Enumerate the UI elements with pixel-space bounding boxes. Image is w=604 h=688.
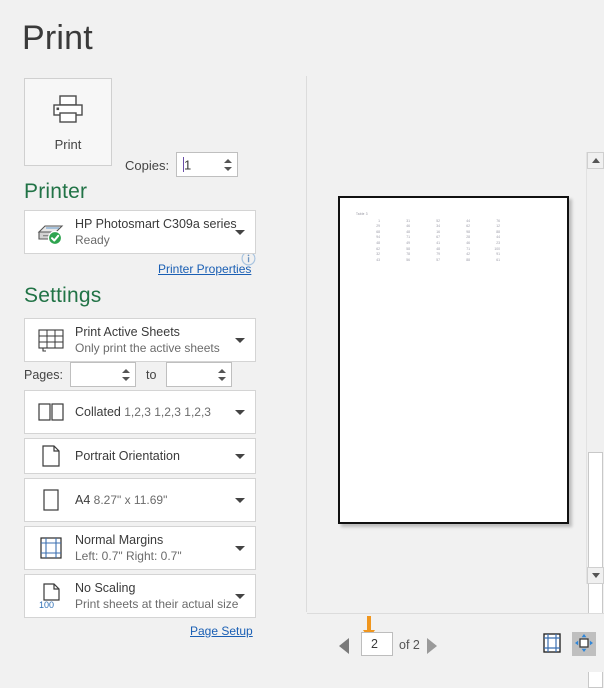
scaling-select[interactable]: 100 No Scaling Print sheets at their act… — [24, 574, 256, 618]
copies-value: 1 — [184, 157, 192, 172]
settings-section-heading: Settings — [24, 284, 102, 307]
stepper-up-icon[interactable] — [223, 158, 232, 163]
print-area-primary: Print Active Sheets — [75, 325, 180, 339]
collate-pages-icon — [34, 400, 68, 424]
scaling-100-icon: 100 — [34, 582, 68, 610]
print-area-select[interactable]: Print Active Sheets Only print the activ… — [24, 318, 256, 362]
preview-table-cell: 61 — [496, 257, 500, 262]
scroll-down-arrow-icon[interactable] — [587, 567, 604, 584]
chevron-down-icon[interactable] — [235, 410, 245, 415]
scaling-secondary: Print sheets at their actual size — [75, 597, 239, 611]
collation-select[interactable]: Collated 1,2,3 1,2,3 1,2,3 — [24, 390, 256, 434]
print-settings-panel: Print Copies: 1 Printer HP Photosmart C3… — [0, 72, 306, 672]
printer-section-heading: Printer — [24, 180, 88, 203]
collation-text: Collated 1,2,3 1,2,3 1,2,3 — [75, 404, 229, 420]
pages-to-stepper[interactable] — [216, 363, 227, 386]
scaling-primary: No Scaling — [75, 581, 136, 595]
margins-secondary: Left: 0.7" Right: 0.7" — [75, 549, 182, 563]
paper-size-select[interactable]: A4 8.27" x 11.69" — [24, 478, 256, 522]
stepper-up-icon[interactable] — [121, 368, 130, 373]
previous-page-button[interactable] — [339, 638, 349, 654]
preview-table-title: Table 3 — [356, 212, 368, 216]
page-count-label: of 2 — [399, 638, 420, 652]
margins-text: Normal Margins Left: 0.7" Right: 0.7" — [75, 532, 229, 564]
margins-select[interactable]: Normal Margins Left: 0.7" Right: 0.7" — [24, 526, 256, 570]
margins-primary: Normal Margins — [75, 533, 164, 547]
chevron-down-icon[interactable] — [235, 454, 245, 459]
chevron-down-icon[interactable] — [235, 594, 245, 599]
paper-size-primary: A4 — [75, 493, 91, 507]
zoom-to-page-icon — [574, 633, 594, 656]
preview-table-row: 43 56 57 88 61 — [356, 257, 506, 263]
printer-status: Ready — [75, 233, 110, 247]
copies-stepper[interactable] — [222, 153, 233, 176]
collation-secondary: 1,2,3 1,2,3 1,2,3 — [124, 405, 211, 419]
margins-grid-icon — [34, 535, 68, 561]
svg-text:100: 100 — [39, 600, 54, 610]
copies-input[interactable]: 1 — [176, 152, 238, 177]
printer-select[interactable]: HP Photosmart C309a series Ready — [24, 210, 256, 254]
pages-to-input[interactable] — [166, 362, 232, 387]
preview-table-cell: 88 — [466, 257, 470, 262]
collation-primary: Collated — [75, 405, 121, 419]
preview-table-cell: 56 — [406, 257, 410, 262]
preview-page: Table 3 1 31 52 44 76 29 46 34 62 12 68 48 16 98 88 94 7… — [338, 196, 569, 524]
orientation-select[interactable]: Portrait Orientation — [24, 438, 256, 474]
pages-to-label: to — [146, 368, 157, 382]
copies-label: Copies: — [125, 158, 170, 173]
stepper-up-icon[interactable] — [217, 368, 226, 373]
print-button[interactable]: Print — [24, 78, 112, 166]
pages-label: Pages: — [24, 368, 63, 382]
scroll-up-arrow-icon[interactable] — [587, 152, 604, 169]
preview-bottom-bar: 2 of 2 — [307, 613, 604, 672]
page-number-value: 2 — [371, 637, 378, 651]
orientation-primary: Portrait Orientation — [75, 449, 180, 463]
pages-from-stepper[interactable] — [120, 363, 131, 386]
preview-scrollbar[interactable] — [586, 152, 604, 688]
print-area-text: Print Active Sheets Only print the activ… — [75, 324, 229, 356]
preview-table-cell: 57 — [436, 257, 440, 262]
print-area-secondary: Only print the active sheets — [75, 341, 220, 355]
paper-size-secondary: 8.27" x 11.69" — [93, 493, 168, 507]
printer-icon — [51, 94, 85, 127]
printer-properties-link[interactable]: Printer Properties — [158, 262, 251, 276]
stepper-down-icon[interactable] — [121, 376, 130, 381]
page-title: Print — [22, 19, 93, 57]
spreadsheet-grid-icon — [34, 326, 68, 354]
printer-name: HP Photosmart C309a series — [75, 217, 237, 231]
stepper-down-icon[interactable] — [217, 376, 226, 381]
portrait-page-icon — [34, 443, 68, 469]
preview-table-cell: 43 — [376, 257, 380, 262]
zoom-to-page-button[interactable] — [572, 632, 596, 656]
next-page-button[interactable] — [427, 638, 437, 654]
printer-status-icon — [34, 219, 68, 245]
preview-table: 1 31 52 44 76 29 46 34 62 12 68 48 16 98 88 94 71 67 28 44 4… — [356, 218, 506, 263]
chevron-down-icon[interactable] — [235, 498, 245, 503]
chevron-down-icon[interactable] — [235, 230, 245, 235]
page-number-input[interactable]: 2 — [361, 632, 393, 656]
print-preview-area: Table 3 1 31 52 44 76 29 46 34 62 12 68 48 16 98 88 94 7… — [307, 72, 604, 688]
paper-size-icon — [34, 487, 68, 513]
orientation-text: Portrait Orientation — [75, 448, 229, 464]
scaling-text: No Scaling Print sheets at their actual … — [75, 580, 238, 612]
show-margins-icon — [542, 632, 562, 656]
printer-select-text: HP Photosmart C309a series Ready — [75, 216, 237, 248]
show-margins-button[interactable] — [540, 632, 564, 656]
page-setup-link[interactable]: Page Setup — [190, 624, 253, 638]
pages-from-input[interactable] — [70, 362, 136, 387]
print-button-label: Print — [54, 137, 82, 152]
stepper-down-icon[interactable] — [223, 166, 232, 171]
chevron-down-icon[interactable] — [235, 338, 245, 343]
chevron-down-icon[interactable] — [235, 546, 245, 551]
paper-size-text: A4 8.27" x 11.69" — [75, 492, 229, 508]
preview-sheet-content: Table 3 1 31 52 44 76 29 46 34 62 12 68 48 16 98 88 94 7… — [356, 212, 506, 263]
